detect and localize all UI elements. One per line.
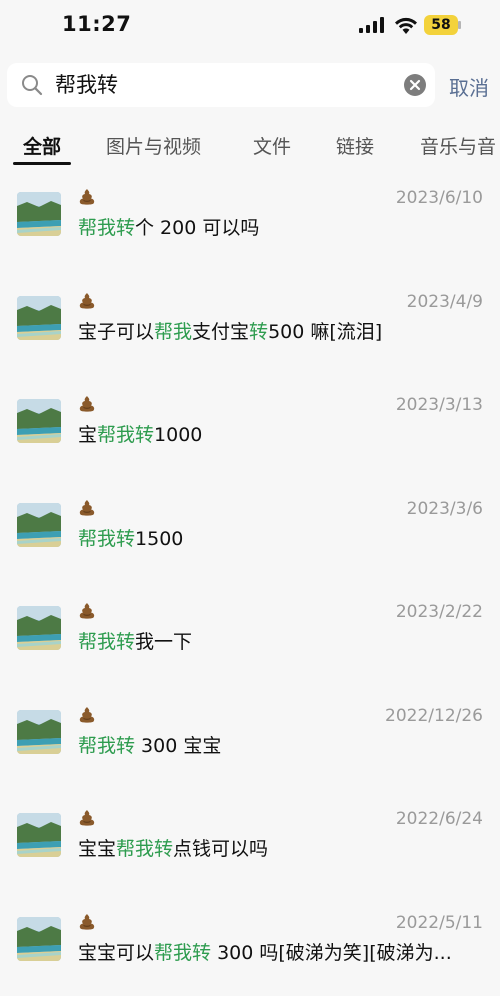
tab-all[interactable]: 全部 xyxy=(23,132,61,159)
message-text: 宝宝 xyxy=(78,838,117,860)
clear-search-icon[interactable] xyxy=(404,74,426,96)
tab-links[interactable]: 链接 xyxy=(336,132,374,159)
search-icon xyxy=(22,75,43,96)
message-text: 宝宝可以 xyxy=(78,941,155,964)
result-date: 2022/5/11 xyxy=(395,912,483,933)
poop-emoji-icon xyxy=(78,499,96,521)
result-message: 帮我转 300 宝宝 xyxy=(78,733,483,759)
message-text: 点钱可以吗 xyxy=(173,838,269,860)
avatar[interactable] xyxy=(17,813,61,857)
keyword-highlight: 帮我转 xyxy=(78,527,136,550)
avatar[interactable] xyxy=(17,295,61,340)
battery-level: 58 xyxy=(431,17,451,33)
result-date: 2023/6/10 xyxy=(395,188,483,208)
keyword-highlight: 帮我 xyxy=(154,320,193,343)
search-bar: 帮我转 取消 xyxy=(0,58,500,114)
result-item[interactable]: 2023/2/22 帮我转我一下 xyxy=(0,582,500,685)
message-text: 个 200 可以吗 xyxy=(135,217,260,239)
search-results-list: 2023/6/10 帮我转个 200 可以吗 2023/4/9 宝子可以帮我支付宝转… xyxy=(0,168,500,981)
poop-emoji-icon xyxy=(78,292,96,314)
result-message: 帮我转我一下 xyxy=(78,629,483,655)
poop-emoji-icon xyxy=(78,809,96,831)
result-date: 2022/6/24 xyxy=(395,809,483,829)
active-tab-indicator xyxy=(13,162,71,165)
message-text: 500 嘛[流泪] xyxy=(268,320,383,343)
filter-tabs: 全部 图片与视频 文件 链接 音乐与音 xyxy=(0,120,500,168)
avatar[interactable] xyxy=(17,709,61,754)
cancel-button[interactable]: 取消 xyxy=(449,72,489,101)
result-message: 宝帮我转1000 xyxy=(78,422,483,448)
result-message: 宝子可以帮我支付宝转500 嘛[流泪] xyxy=(78,319,483,345)
search-input[interactable]: 帮我转 xyxy=(7,63,435,107)
result-message: 宝宝可以帮我转 300 吗[破涕为笑][破涕为... xyxy=(78,940,483,966)
message-text: 我一下 xyxy=(135,631,193,653)
message-text: 宝 xyxy=(78,424,98,446)
result-date: 2022/12/26 xyxy=(385,705,483,726)
poop-emoji-icon xyxy=(78,706,96,728)
message-text: 宝子可以 xyxy=(78,320,155,343)
result-message: 帮我转个 200 可以吗 xyxy=(78,215,483,241)
avatar[interactable] xyxy=(17,502,61,547)
tab-music[interactable]: 音乐与音 xyxy=(420,132,496,159)
keyword-highlight: 帮我转 xyxy=(78,734,136,757)
status-time: 11:27 xyxy=(62,12,132,36)
avatar[interactable] xyxy=(17,192,61,236)
avatar[interactable] xyxy=(17,399,61,443)
result-item[interactable]: 2022/6/24 宝宝帮我转点钱可以吗 xyxy=(0,789,500,892)
keyword-highlight: 转 xyxy=(249,320,269,343)
keyword-highlight: 帮我转 xyxy=(78,631,136,653)
result-date: 2023/3/6 xyxy=(406,498,483,519)
status-bar: 11:27 58 xyxy=(0,0,500,52)
result-item[interactable]: 2023/3/6 帮我转1500 xyxy=(0,479,500,582)
message-text: 支付宝 xyxy=(192,320,250,343)
result-date: 2023/4/9 xyxy=(406,291,483,312)
result-item[interactable]: 2023/6/10 帮我转个 200 可以吗 xyxy=(0,168,500,271)
result-date: 2023/2/22 xyxy=(395,602,483,622)
result-item[interactable]: 2022/12/26 帮我转 300 宝宝 xyxy=(0,686,500,789)
poop-emoji-icon xyxy=(78,602,96,624)
message-text: 300 宝宝 xyxy=(135,734,222,757)
battery-tip xyxy=(458,21,461,29)
keyword-highlight: 帮我转 xyxy=(154,941,212,964)
tab-images-videos[interactable]: 图片与视频 xyxy=(106,132,201,159)
result-item[interactable]: 2023/4/9 宝子可以帮我支付宝转500 嘛[流泪] xyxy=(0,272,500,375)
result-message: 宝宝帮我转点钱可以吗 xyxy=(78,836,483,862)
cellular-signal-icon xyxy=(359,17,384,33)
search-query-text[interactable]: 帮我转 xyxy=(55,72,118,98)
poop-emoji-icon xyxy=(78,188,96,210)
keyword-highlight: 帮我转 xyxy=(116,838,174,860)
result-item[interactable]: 2022/5/11 宝宝可以帮我转 300 吗[破涕为笑][破涕为... xyxy=(0,893,500,996)
message-text: 1500 xyxy=(135,527,184,550)
keyword-highlight: 帮我转 xyxy=(78,217,136,239)
tab-files[interactable]: 文件 xyxy=(253,132,291,159)
wifi-icon xyxy=(395,17,417,34)
keyword-highlight: 帮我转 xyxy=(97,424,155,446)
battery-indicator: 58 xyxy=(424,15,458,35)
avatar[interactable] xyxy=(17,606,61,650)
avatar[interactable] xyxy=(17,916,61,961)
poop-emoji-icon xyxy=(78,913,96,935)
poop-emoji-icon xyxy=(78,395,96,417)
result-date: 2023/3/13 xyxy=(395,395,483,415)
message-text: 1000 xyxy=(154,424,203,446)
message-text: 300 吗[破涕为笑][破涕为... xyxy=(211,941,452,964)
result-item[interactable]: 2023/3/13 宝帮我转1000 xyxy=(0,375,500,478)
result-message: 帮我转1500 xyxy=(78,526,483,552)
